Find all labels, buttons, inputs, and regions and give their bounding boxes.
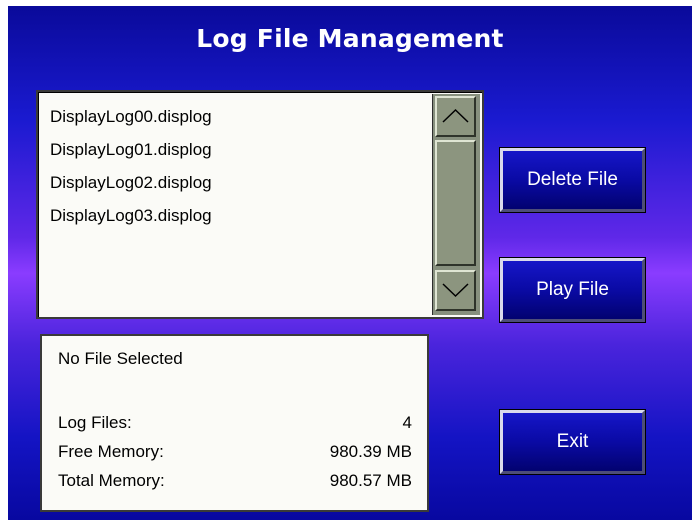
delete-file-button[interactable]: Delete File — [499, 147, 646, 213]
log-file-management-screen: Log File Management DisplayLog00.displog… — [8, 6, 692, 520]
file-list-item[interactable]: DisplayLog00.displog — [50, 100, 420, 133]
log-files-row: Log Files: 4 — [58, 410, 412, 436]
play-file-button[interactable]: Play File — [499, 257, 646, 323]
file-list-item[interactable]: DisplayLog03.displog — [50, 199, 420, 232]
log-files-label: Log Files: — [58, 413, 132, 432]
chevron-down-icon — [442, 283, 469, 298]
scroll-down-button[interactable] — [435, 270, 476, 311]
scroll-up-button[interactable] — [435, 96, 476, 137]
chevron-up-icon — [442, 108, 469, 123]
total-memory-row: Total Memory: 980.57 MB — [58, 468, 412, 494]
log-files-value: 4 — [402, 413, 412, 432]
file-list-item[interactable]: DisplayLog01.displog — [50, 133, 420, 166]
free-memory-value: 980.39 MB — [329, 442, 412, 461]
info-panel: No File Selected Log Files: 4 Free Memor… — [40, 334, 429, 512]
free-memory-label: Free Memory: — [58, 442, 164, 461]
total-memory-label: Total Memory: — [58, 471, 165, 490]
scroll-thumb[interactable] — [435, 140, 476, 266]
exit-button[interactable]: Exit — [499, 409, 646, 475]
total-memory-value: 980.57 MB — [329, 471, 412, 490]
free-memory-row: Free Memory: 980.39 MB — [58, 439, 412, 465]
file-list-item[interactable]: DisplayLog02.displog — [50, 166, 420, 199]
file-list-scrollbar[interactable] — [432, 94, 480, 315]
selected-file-status: No File Selected — [58, 349, 183, 368]
file-items: DisplayLog00.displog DisplayLog01.displo… — [50, 100, 420, 232]
file-list[interactable]: DisplayLog00.displog DisplayLog01.displo… — [36, 90, 484, 319]
page-title: Log File Management — [196, 24, 504, 53]
